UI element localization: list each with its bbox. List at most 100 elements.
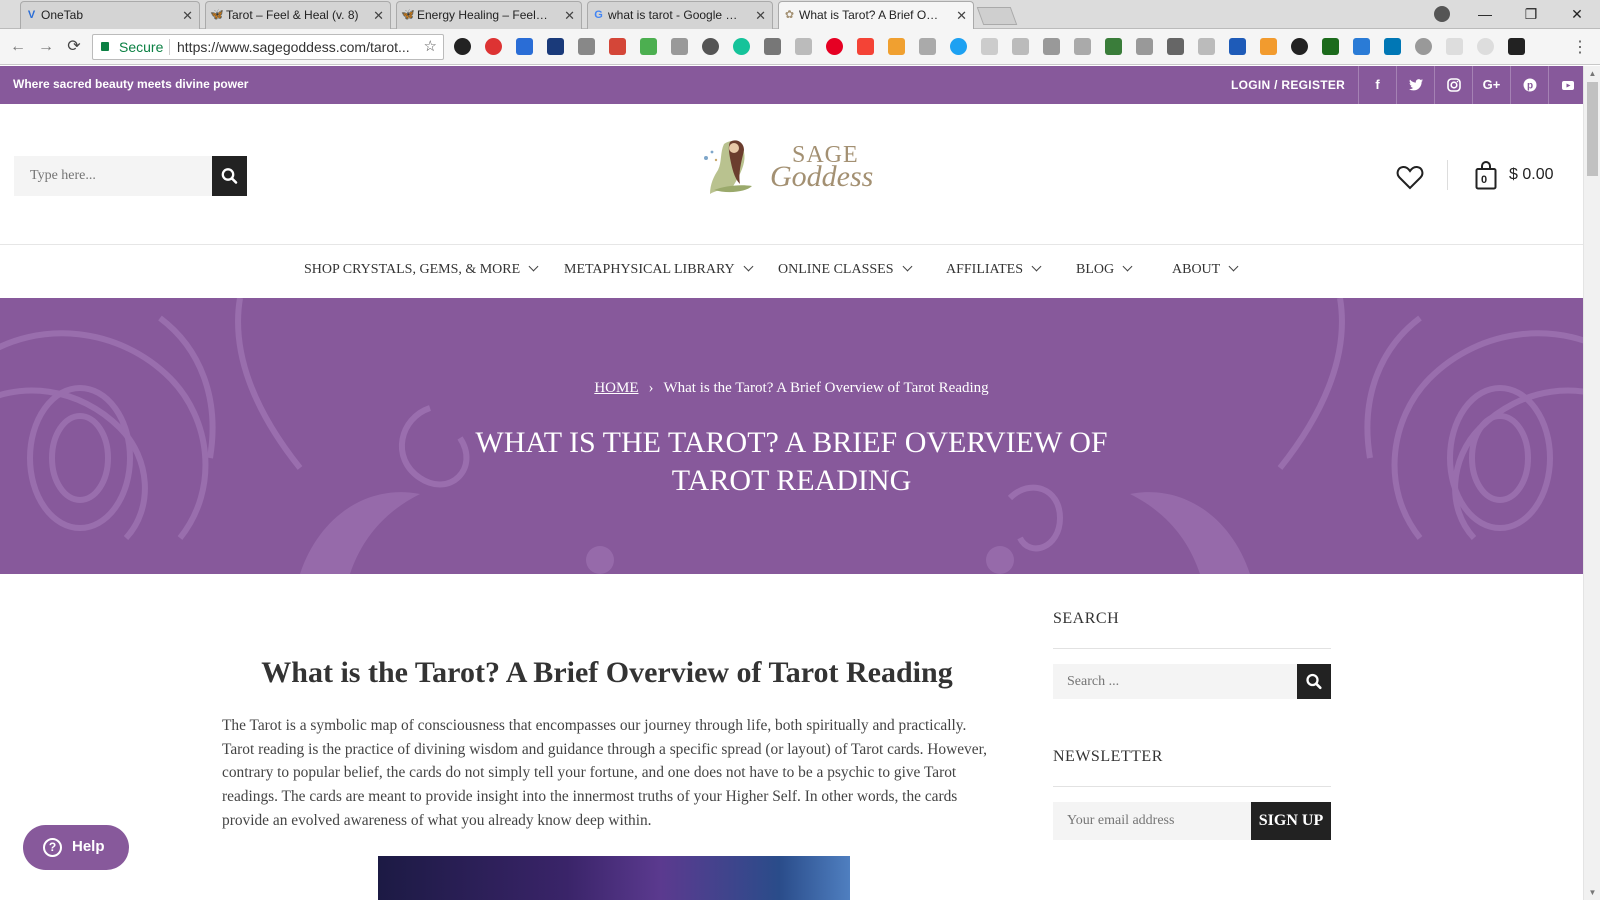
- chrome-extension-icon[interactable]: [640, 38, 657, 55]
- twitter-icon[interactable]: [1396, 66, 1434, 104]
- minimize-icon[interactable]: —: [1462, 0, 1508, 29]
- close-tab-icon[interactable]: ✕: [755, 2, 766, 29]
- sidebar-search-button[interactable]: [1297, 664, 1331, 699]
- youtube-icon[interactable]: [1548, 66, 1583, 104]
- shield-extension-icon[interactable]: [1198, 38, 1215, 55]
- tab-title: Energy Healing – Feel & Heal: [417, 8, 551, 22]
- browser-tab-active[interactable]: ✿ What is Tarot? A Brief Overview ✕: [778, 1, 974, 30]
- help-button[interactable]: ? Help: [23, 825, 129, 870]
- breadcrumb-current: What is the Tarot? A Brief Overview of T…: [663, 380, 989, 396]
- n-extension-icon[interactable]: [547, 38, 564, 55]
- header-divider: [1447, 160, 1448, 190]
- v-extension-icon[interactable]: [516, 38, 533, 55]
- nav-online-classes[interactable]: ONLINE CLASSES: [778, 261, 912, 278]
- scrollbar-thumb[interactable]: [1587, 82, 1598, 176]
- nav-label: METAPHYSICAL LIBRARY: [564, 262, 735, 277]
- honey-extension-icon[interactable]: [1260, 38, 1277, 55]
- nav-blog[interactable]: BLOG: [1076, 261, 1133, 278]
- page-extension-icon[interactable]: [981, 38, 998, 55]
- power-extension-icon[interactable]: [1415, 38, 1432, 55]
- url-text: https://www.sagegoddess.com/tarot...: [177, 39, 410, 55]
- search-extension-icon[interactable]: [950, 38, 967, 55]
- flower-extension-icon[interactable]: [1477, 38, 1494, 55]
- c-extension-icon[interactable]: [1043, 38, 1060, 55]
- butterfly-icon: 🦋: [401, 9, 415, 21]
- article-title: What is the Tarot? A Brief Overview of T…: [261, 656, 953, 689]
- close-window-icon[interactable]: ✕: [1554, 0, 1600, 29]
- puzzle-extension-icon[interactable]: [764, 38, 781, 55]
- close-tab-icon[interactable]: ✕: [564, 2, 575, 29]
- hammer-extension-icon[interactable]: [888, 38, 905, 55]
- nav-affiliates[interactable]: AFFILIATES: [946, 261, 1042, 278]
- newsletter-signup-button[interactable]: SIGN UP: [1251, 802, 1331, 840]
- bookmark-star-icon[interactable]: ☆: [424, 35, 437, 59]
- login-register-link[interactable]: LOGIN / REGISTER: [1231, 78, 1345, 92]
- window-extension-icon[interactable]: [795, 38, 812, 55]
- bookmark-extension-icon[interactable]: [1229, 38, 1246, 55]
- lock-icon: [101, 42, 109, 51]
- browser-menu-icon[interactable]: ⋮: [1572, 37, 1588, 57]
- amazon-assistant-extension-icon[interactable]: [1508, 38, 1525, 55]
- nav-shop-crystals[interactable]: SHOP CRYSTALS, GEMS, & MORE: [304, 261, 539, 278]
- magnet-extension-icon[interactable]: [485, 38, 502, 55]
- e-extension-icon[interactable]: [1291, 38, 1308, 55]
- gmail-extension-icon[interactable]: [609, 38, 626, 55]
- page-title: WHAT IS THE TAROT? A BRIEF OVERVIEW OF T…: [475, 426, 1108, 497]
- scroll-down-icon[interactable]: ▼: [1584, 888, 1600, 897]
- reload-icon[interactable]: ⟳: [64, 37, 84, 57]
- box-extension-icon[interactable]: [1446, 38, 1463, 55]
- profile-icon[interactable]: [1434, 6, 1450, 22]
- instagram-icon[interactable]: [1434, 66, 1472, 104]
- cart-total[interactable]: $ 0.00: [1509, 166, 1553, 184]
- close-tab-icon[interactable]: ✕: [182, 2, 193, 29]
- broadcast-extension-icon[interactable]: [671, 38, 688, 55]
- scroll-up-icon[interactable]: ▲: [1584, 69, 1600, 78]
- new-tab-button[interactable]: [976, 7, 1018, 25]
- linkedin-extension-icon[interactable]: [1384, 38, 1401, 55]
- browser-tab-tarot[interactable]: 🦋 Tarot – Feel & Heal (v. 8) ✕: [205, 1, 391, 29]
- newsletter-email-input[interactable]: [1053, 802, 1251, 840]
- close-tab-icon[interactable]: ✕: [956, 2, 967, 29]
- chevron-right-icon: ›: [648, 380, 654, 396]
- image-extension-icon[interactable]: [1105, 38, 1122, 55]
- pinterest-icon[interactable]: p: [1510, 66, 1548, 104]
- breadcrumb-home-link[interactable]: HOME: [594, 380, 638, 396]
- nav-label: ONLINE CLASSES: [778, 262, 894, 277]
- doc-extension-icon[interactable]: [1074, 38, 1091, 55]
- header-search-button[interactable]: [212, 156, 247, 196]
- s-extension-icon[interactable]: [1167, 38, 1184, 55]
- close-tab-icon[interactable]: ✕: [373, 2, 384, 29]
- browser-tab-onetab[interactable]: V OneTab ✕: [20, 1, 200, 29]
- plus-extension-icon[interactable]: [857, 38, 874, 55]
- chevron-down-icon: [902, 261, 912, 272]
- browser-tab-google[interactable]: G what is tarot - Google Search ✕: [587, 1, 773, 29]
- question-icon: ?: [43, 838, 62, 857]
- tool-extension-icon[interactable]: [1012, 38, 1029, 55]
- gear-extension-icon[interactable]: [702, 38, 719, 55]
- sidebar-search-input[interactable]: [1053, 664, 1297, 699]
- nav-about[interactable]: ABOUT: [1172, 261, 1239, 278]
- pinterest-extension-icon[interactable]: [826, 38, 843, 55]
- wishlist-heart-icon[interactable]: [1395, 162, 1425, 192]
- google-plus-icon[interactable]: G+: [1472, 66, 1510, 104]
- web-page: Where sacred beauty meets divine power L…: [0, 66, 1583, 900]
- header-search-input[interactable]: [14, 156, 204, 196]
- address-bar[interactable]: Secure https://www.sagegoddess.com/tarot…: [92, 34, 444, 60]
- grammarly-extension-icon[interactable]: [733, 38, 750, 55]
- bw-extension-icon[interactable]: [1322, 38, 1339, 55]
- amazon-extension-icon[interactable]: [454, 38, 471, 55]
- facebook-icon[interactable]: f: [1358, 66, 1396, 104]
- page-scrollbar[interactable]: ▲ ▼: [1583, 66, 1600, 900]
- cart-count: 0: [1481, 174, 1488, 186]
- grid-extension-icon[interactable]: [919, 38, 936, 55]
- forward-icon[interactable]: →: [36, 37, 56, 57]
- help-label: Help: [72, 838, 105, 855]
- browser-tab-energy-healing[interactable]: 🦋 Energy Healing – Feel & Heal ✕: [396, 1, 582, 29]
- nav-metaphysical-library[interactable]: METAPHYSICAL LIBRARY: [564, 261, 754, 278]
- w-extension-icon[interactable]: [1353, 38, 1370, 55]
- restore-icon[interactable]: ❐: [1508, 0, 1554, 29]
- back-icon[interactable]: ←: [8, 37, 28, 57]
- butterfly-icon: 🦋: [210, 9, 224, 21]
- eyedropper-extension-icon[interactable]: [578, 38, 595, 55]
- tag-extension-icon[interactable]: [1136, 38, 1153, 55]
